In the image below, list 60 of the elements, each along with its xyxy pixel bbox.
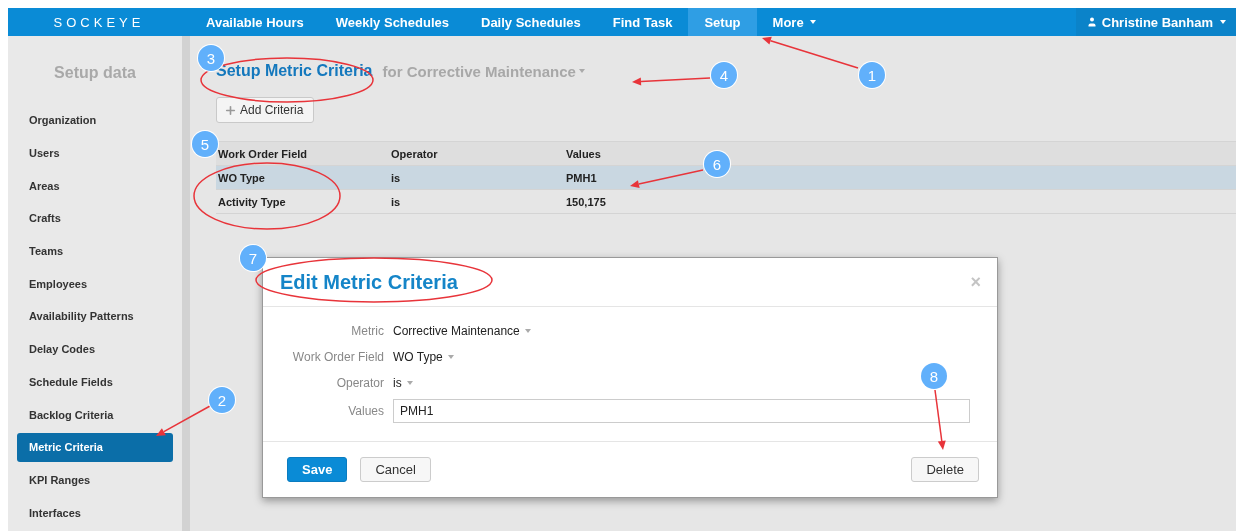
nav-tab[interactable]: More	[756, 8, 832, 36]
table-cell-text: WO Type	[217, 171, 265, 184]
sidebar-item[interactable]: Employees	[17, 269, 173, 299]
table-cell-text: Activity Type	[217, 195, 286, 208]
caret-icon	[1220, 20, 1226, 24]
select-field[interactable]: WO Type	[393, 350, 454, 364]
number-marker: 2	[209, 387, 235, 413]
user-icon	[1085, 16, 1098, 28]
number-marker: 7	[240, 245, 266, 271]
caret-icon	[578, 69, 585, 73]
number-marker: 4	[711, 62, 737, 88]
arrow	[934, 389, 946, 450]
column-header: Work Order Field	[217, 147, 308, 160]
sidebar-item[interactable]: Crafts	[17, 204, 173, 233]
column-header: Operator	[390, 147, 438, 160]
nav-tab[interactable]: Find Task	[596, 8, 689, 36]
dialog-title: Edit Metric Criteria	[280, 270, 458, 294]
field-label: Values	[347, 404, 384, 418]
table-cell-text: is	[390, 171, 401, 184]
nav-tab[interactable]: Weekly Schedules	[319, 8, 465, 36]
select-field[interactable]: Corrective Maintenance	[393, 324, 531, 338]
number-marker: 8	[921, 363, 947, 389]
nav-tab[interactable]: Daily Schedules	[465, 8, 597, 36]
nav-tab[interactable]: Available Hours	[190, 8, 320, 36]
sidebar-item[interactable]: Organization	[17, 106, 173, 135]
sidebar-item[interactable]: Metric Criteria	[17, 432, 173, 462]
sidebar-item[interactable]: Users	[17, 138, 173, 168]
field-label: Metric	[350, 324, 384, 338]
number-marker: 6	[704, 151, 730, 177]
sidebar-item[interactable]: KPI Ranges	[17, 465, 173, 495]
table-cell-text: 150,175	[565, 195, 606, 208]
sidebar-title: Setup data	[54, 64, 136, 82]
sidebar-item[interactable]: Backlog Criteria	[17, 400, 173, 429]
table-cell-text: is	[390, 195, 401, 208]
save-button[interactable]: Save	[287, 457, 348, 482]
sidebar-item[interactable]: Availability Patterns	[17, 302, 173, 331]
caret-icon	[406, 381, 413, 385]
number-marker: 5	[192, 131, 218, 157]
delete-button[interactable]: Delete	[911, 457, 979, 482]
cancel-button[interactable]: Cancel	[360, 457, 431, 482]
add-criteria-button[interactable]: Add Criteria	[216, 97, 315, 123]
column-header: Values	[565, 147, 601, 160]
select-field[interactable]: is	[393, 376, 413, 390]
sidebar-item[interactable]: Areas	[17, 171, 173, 201]
sidebar-item[interactable]: Teams	[17, 236, 173, 266]
field-label: Operator	[335, 376, 384, 390]
table-row[interactable]: Activity Type is 150,175	[216, 189, 1236, 213]
plus-icon	[224, 103, 237, 117]
caret-icon	[447, 355, 454, 359]
arrow	[156, 405, 211, 436]
field-label: Work Order Field	[291, 350, 384, 364]
sidebar-item[interactable]: Delay Codes	[17, 334, 173, 364]
table-cell-text: PMH1	[565, 171, 597, 184]
caret-icon	[524, 329, 531, 333]
sidebar-item[interactable]: Interfaces	[17, 498, 173, 527]
brand-logo[interactable]: SOCKEYE	[8, 8, 190, 36]
sidebar-item[interactable]: Schedule Fields	[17, 367, 173, 397]
user-menu[interactable]: Christine Banham	[1075, 8, 1236, 36]
number-marker: 1	[859, 62, 885, 88]
input-field[interactable]: PMH1	[393, 399, 970, 423]
